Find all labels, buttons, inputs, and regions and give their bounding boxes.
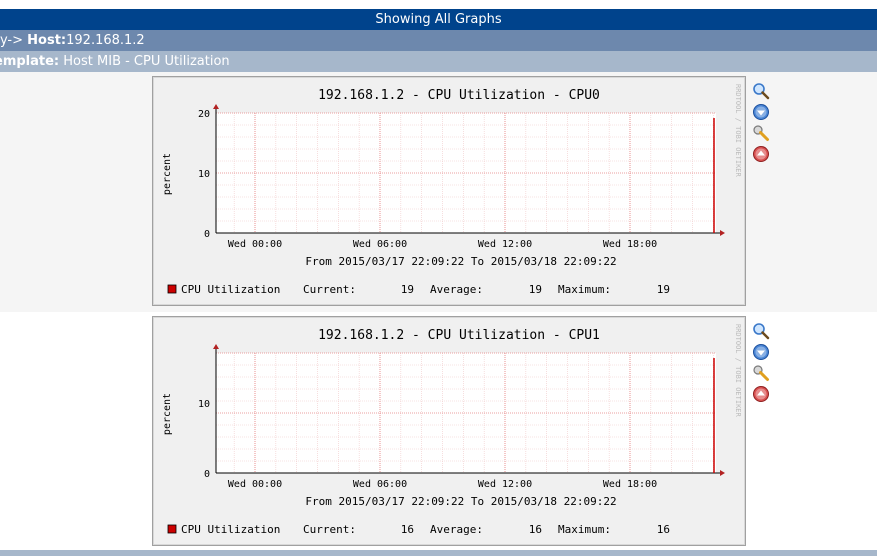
legend-current-label: Current: [303,523,356,536]
template-header-bar: emplate: Host MIB - CPU Utilization [0,51,877,72]
legend-current-label: Current: [303,283,356,296]
y-tick-label: 10 [198,169,210,180]
graph-title: 192.168.1.2 - CPU Utilization - CPU1 [318,328,600,343]
legend-name: CPU Utilization [181,523,280,536]
x-tick-label: Wed 06:00 [353,239,407,250]
download-icon[interactable] [752,103,770,121]
move-up-icon[interactable] [752,145,770,163]
download-icon[interactable] [752,343,770,361]
time-range-label: From 2015/03/17 22:09:22 To 2015/03/18 2… [305,495,616,508]
bottom-strip [0,550,877,556]
y-tick-label: 10 [198,399,210,410]
x-tick-label: Wed 00:00 [228,239,282,250]
y-tick-label: 0 [204,469,210,480]
y-axis-label: percent [162,393,173,435]
y-tick-label: 0 [204,229,210,240]
x-tick-label: Wed 12:00 [478,239,532,250]
graph-image-cpu1[interactable]: 192.168.1.2 - CPU Utilization - CPU1 RRD… [152,316,746,546]
legend-average-value: 16 [529,523,542,536]
legend-current-value: 16 [401,523,414,536]
page-title: Showing All Graphs [375,12,502,27]
legend-maximum-value: 16 [657,523,670,536]
graph-actions-cpu1 [752,322,772,406]
properties-icon[interactable] [752,364,770,382]
x-tick-label: Wed 12:00 [478,479,532,490]
x-tick-label: Wed 18:00 [603,239,657,250]
template-value: Host MIB - CPU Utilization [63,54,230,69]
x-tick-label: Wed 00:00 [228,479,282,490]
x-tick-label: Wed 18:00 [603,479,657,490]
move-up-icon[interactable] [752,385,770,403]
legend-maximum-value: 19 [657,283,670,296]
zoom-icon[interactable] [752,322,770,340]
time-range-label: From 2015/03/17 22:09:22 To 2015/03/18 2… [305,255,616,268]
legend-name: CPU Utilization [181,283,280,296]
zoom-icon[interactable] [752,82,770,100]
graph-svg: 192.168.1.2 - CPU Utilization - CPU0 RRD… [152,76,746,306]
x-tick-label: Wed 06:00 [353,479,407,490]
y-tick-label: 20 [198,109,210,120]
legend-swatch [167,524,177,534]
graph-image-cpu0[interactable]: 192.168.1.2 - CPU Utilization - CPU0 RRD… [152,76,746,306]
legend-maximum-label: Maximum: [558,523,611,536]
template-label: emplate: [0,54,60,69]
graph-actions-cpu0 [752,82,772,166]
page-title-bar: Showing All Graphs [0,9,877,30]
legend-average-value: 19 [529,283,542,296]
host-header-bar: oy-> Host:192.168.1.2 [0,30,877,51]
breadcrumb-prefix: oy-> [0,33,24,48]
graph-svg: 192.168.1.2 - CPU Utilization - CPU1 RRD… [152,316,746,546]
host-value: 192.168.1.2 [66,33,145,48]
legend-current-value: 19 [401,283,414,296]
host-label: Host: [27,33,67,48]
legend-average-label: Average: [430,523,483,536]
y-axis-label: percent [162,153,173,195]
properties-icon[interactable] [752,124,770,142]
rrdtool-watermark: RRDTOOL / TOBI OETIKER [734,84,742,178]
legend-maximum-label: Maximum: [558,283,611,296]
legend-swatch [167,284,177,294]
graph-title: 192.168.1.2 - CPU Utilization - CPU0 [318,88,600,103]
legend-average-label: Average: [430,283,483,296]
rrdtool-watermark: RRDTOOL / TOBI OETIKER [734,324,742,418]
